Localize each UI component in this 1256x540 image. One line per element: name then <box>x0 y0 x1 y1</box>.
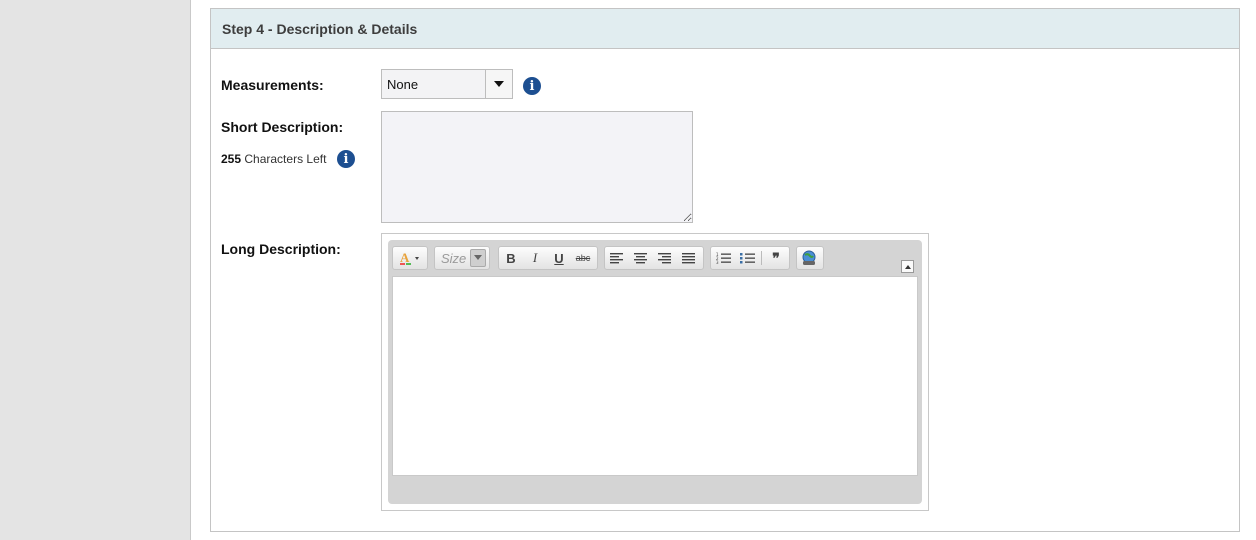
unordered-list-icon[interactable] <box>735 247 759 269</box>
short-description-label: Short Description: <box>221 119 344 135</box>
short-description-info-icon[interactable]: i <box>337 150 355 168</box>
panel-title: Step 4 - Description & Details <box>211 9 1239 49</box>
measurements-selected-value: None <box>387 77 419 92</box>
svg-text:A: A <box>400 250 410 265</box>
link-group <box>796 246 824 270</box>
font-size-select[interactable]: Size <box>434 246 490 270</box>
font-color-icon[interactable]: A <box>393 247 427 269</box>
align-left-icon[interactable] <box>605 247 629 269</box>
characters-left-text: Characters Left <box>244 152 327 166</box>
blockquote-button[interactable]: ❞ <box>764 247 788 269</box>
italic-button[interactable]: I <box>523 247 547 269</box>
list-group: 123 ❞ <box>710 246 790 270</box>
chevron-down-icon[interactable] <box>470 249 487 267</box>
measurements-select[interactable]: None <box>381 69 513 99</box>
font-size-placeholder: Size <box>441 250 467 266</box>
long-description-label: Long Description: <box>221 241 341 257</box>
svg-text:3: 3 <box>716 260 719 264</box>
underline-button[interactable]: U <box>547 247 571 269</box>
collapse-toolbar-button[interactable] <box>901 260 914 273</box>
align-center-icon[interactable] <box>629 247 653 269</box>
strikethrough-button[interactable]: abc <box>571 247 595 269</box>
bold-button[interactable]: B <box>499 247 523 269</box>
align-right-icon[interactable] <box>653 247 677 269</box>
characters-left-count: 255 <box>221 152 242 166</box>
toolbar-divider <box>761 251 762 265</box>
editor-frame: A Size B I U abc 1 2 3 ❞ <box>388 240 922 504</box>
long-description-input[interactable] <box>392 276 918 476</box>
alignment-group <box>604 246 704 270</box>
justify-icon[interactable] <box>677 247 701 269</box>
left-sidebar-gutter <box>0 0 191 540</box>
text-style-group: B I U abc <box>498 246 598 270</box>
measurements-label: Measurements: <box>221 77 324 93</box>
characters-left-counter: 255 Characters Left <box>221 152 326 166</box>
rich-text-editor: A Size B I U abc 1 2 3 ❞ <box>381 233 929 511</box>
measurements-info-icon[interactable]: i <box>523 77 541 95</box>
globe-link-icon[interactable] <box>797 247 821 269</box>
font-color-group: A <box>392 246 428 270</box>
chevron-down-icon[interactable] <box>485 70 512 98</box>
editor-toolbar: A Size B I U abc 1 2 3 ❞ <box>392 244 918 273</box>
short-description-input[interactable] <box>381 111 693 223</box>
ordered-list-icon[interactable]: 123 <box>711 247 735 269</box>
step4-panel: Step 4 - Description & Details Measureme… <box>210 8 1240 532</box>
